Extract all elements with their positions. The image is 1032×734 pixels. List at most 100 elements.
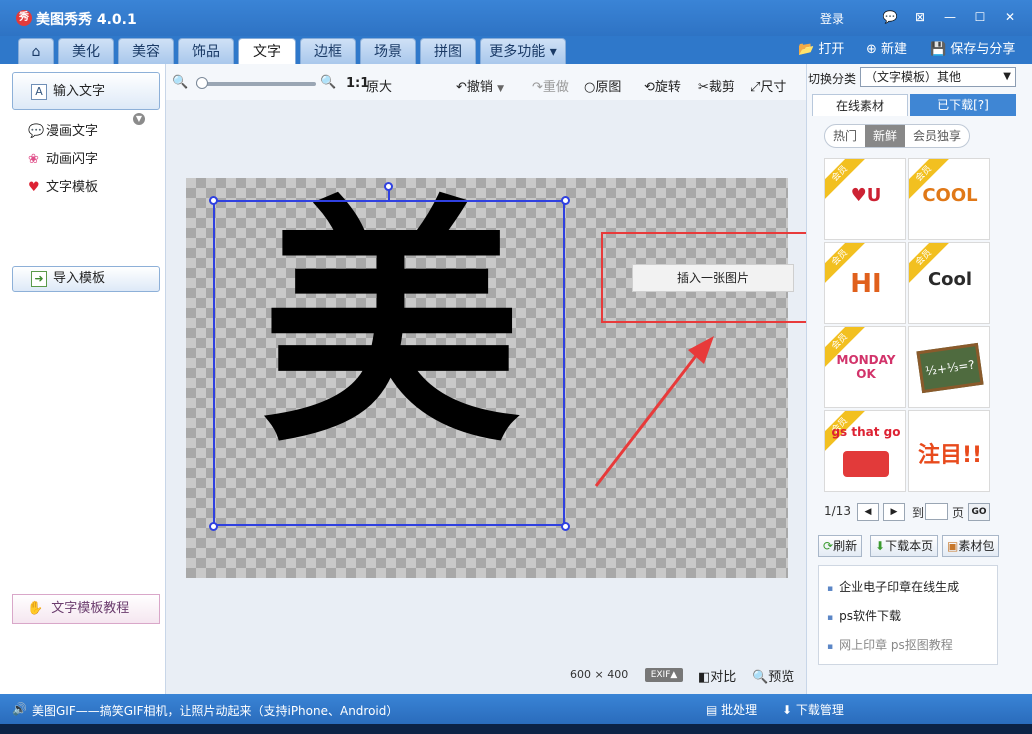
filter-hot[interactable]: 热门 (825, 125, 865, 147)
filter-member[interactable]: 会员独享 (905, 125, 969, 147)
tab-more[interactable]: 更多功能 ▾ (480, 38, 566, 64)
refresh-button[interactable]: ⟳刷新 (818, 535, 863, 557)
comic-text-item[interactable]: 💬 漫画文字 (28, 120, 98, 139)
close-button[interactable]: ✕ (998, 6, 1022, 28)
tab-makeup[interactable]: 美容 (118, 38, 174, 64)
tab-scene[interactable]: 场景 (360, 38, 416, 64)
thumb-text: Cool (927, 269, 973, 290)
app-title: 美图秀秀 4.0.1 (36, 12, 137, 28)
open-label: 打开 (818, 42, 845, 57)
zoom-in-icon[interactable]: 🔍 (320, 75, 336, 90)
redo-button[interactable]: ↷重做 (532, 76, 569, 95)
maximize-button[interactable]: ☐ (968, 6, 992, 28)
refresh-icon: ⟳ (823, 539, 834, 553)
skin-icon[interactable]: ⊠ (908, 6, 932, 28)
save-share-button[interactable]: 💾 保存与分享 (930, 39, 1015, 61)
download-icon: ⬇ (875, 539, 886, 553)
resize-handle-tl[interactable] (209, 196, 218, 205)
page-unit-label: 页 (952, 506, 965, 520)
resize-button[interactable]: ⤢尺寸 (750, 76, 786, 95)
circle-icon: ○ (584, 80, 596, 95)
thumb-text: MONDAY OK (836, 353, 896, 381)
login-link[interactable]: 登录 (820, 10, 844, 27)
category-select[interactable]: （文字模板）其他 ▼ (860, 67, 1016, 87)
tab-downloaded[interactable]: 已下载[?] (910, 94, 1016, 116)
next-page-button[interactable]: ▶ (883, 503, 905, 521)
template-tutorial-button[interactable]: ✋ 文字模板教程 (12, 594, 160, 624)
context-menu-insert-image[interactable]: 插入一张图片 (632, 264, 794, 292)
download-page-button[interactable]: ⬇下载本页 (870, 535, 939, 557)
category-value: （文字模板）其他 (865, 70, 962, 84)
original-image-button[interactable]: ○原图 (584, 76, 621, 95)
import-template-button[interactable]: ➜ 导入模板 (12, 266, 160, 292)
compare-icon: ◧ (698, 670, 711, 685)
zoom-slider[interactable] (196, 77, 316, 89)
prev-page-button[interactable]: ◀ (857, 503, 879, 521)
new-button[interactable]: ⊕ 新建 (866, 39, 907, 61)
tab-text[interactable]: 文字 (238, 38, 296, 64)
text-template-item[interactable]: ♥ 文字模板 (28, 176, 98, 195)
link-ps-download[interactable]: ps软件下载 (827, 607, 989, 624)
hand-icon: ✋ (27, 601, 44, 616)
compare-button[interactable]: ◧对比 (698, 666, 736, 685)
input-text-button[interactable]: A 输入文字 (12, 72, 160, 110)
download-manager-button[interactable]: ⬇ 下载管理 (782, 701, 844, 718)
save-icon: 💾 (930, 42, 947, 57)
undo-button[interactable]: ↶撤销 ▼ (456, 76, 504, 95)
tab-online-material[interactable]: 在线素材 (812, 94, 908, 116)
template-thumb[interactable]: 会员 ♥U (824, 158, 906, 240)
link-online-seal[interactable]: 网上印章 ps抠图教程 (827, 636, 989, 653)
text-template-label: 文字模板 (46, 180, 99, 195)
batch-label: 批处理 (721, 703, 758, 717)
folder-icon: 📂 (798, 42, 815, 57)
zoom-out-icon[interactable]: 🔍 (172, 75, 188, 90)
exif-button[interactable]: EXIF▲ (645, 668, 683, 682)
size-label: 尺寸 (760, 80, 787, 95)
open-button[interactable]: 📂 打开 (798, 39, 844, 61)
material-filter-tabs: 热门 新鲜 会员独享 (824, 124, 971, 148)
tab-home[interactable]: ⌂ (18, 38, 54, 64)
preview-button[interactable]: 🔍预览 (752, 666, 794, 685)
material-pack-button[interactable]: ▣素材包 (942, 535, 1000, 557)
selection-box[interactable] (213, 200, 565, 526)
minimize-button[interactable]: — (938, 6, 962, 28)
rotate-button[interactable]: ⟲旋转 (644, 76, 681, 95)
canvas-width: 600 (570, 668, 591, 681)
import-icon: ➜ (31, 270, 47, 287)
template-thumb[interactable]: 注目!! (908, 410, 990, 492)
page-number-input[interactable] (925, 503, 948, 520)
go-button[interactable]: GO (968, 503, 990, 521)
flash-text-icon: ❀ (28, 152, 39, 167)
download-manager-label: 下载管理 (795, 703, 844, 717)
crop-button[interactable]: ✂裁剪 (698, 76, 735, 95)
animated-text-item[interactable]: ❀ 动画闪字 (28, 148, 98, 167)
filter-fresh[interactable]: 新鲜 (865, 125, 906, 147)
template-thumb[interactable]: 会员 MONDAY OK (824, 326, 906, 408)
resize-handle-tr[interactable] (561, 196, 570, 205)
thumb-text: COOL (922, 185, 978, 206)
status-message[interactable]: 美图GIF——搞笑GIF相机，让照片动起来（支持iPhone、Android） (32, 702, 398, 719)
link-seal-generator[interactable]: 企业电子印章在线生成 (827, 578, 989, 595)
tab-collage[interactable]: 拼图 (420, 38, 476, 64)
package-icon: ▣ (947, 539, 959, 553)
batch-process-button[interactable]: ▤ 批处理 (706, 701, 757, 718)
canvas-height: 400 (607, 668, 629, 681)
chat-icon[interactable]: 💬 (878, 6, 902, 28)
download-page-label: 下载本页 (885, 539, 934, 553)
template-thumb[interactable]: 会员 Cool (908, 242, 990, 324)
zoom-slider-handle[interactable] (196, 77, 208, 89)
tab-accessories[interactable]: 饰品 (178, 38, 234, 64)
template-thumb[interactable]: 会员 gs that go (824, 410, 906, 492)
tab-frame[interactable]: 边框 (300, 38, 356, 64)
template-thumb[interactable]: 会员 HI (824, 242, 906, 324)
chevron-down-icon[interactable]: ▼ (497, 84, 504, 94)
resize-handle-bl[interactable] (209, 522, 218, 531)
heart-template-icon: ♥ (28, 180, 40, 195)
original-size-button[interactable]: 原大 (366, 76, 392, 95)
resize-handle-br[interactable] (561, 522, 570, 531)
template-thumb[interactable]: ½+⅓=? (908, 326, 990, 408)
chevron-down-icon[interactable]: ▼ (133, 113, 145, 125)
tab-beautify[interactable]: 美化 (58, 38, 114, 64)
template-thumb[interactable]: 会员 COOL (908, 158, 990, 240)
download-icon: ⬇ (782, 703, 793, 717)
